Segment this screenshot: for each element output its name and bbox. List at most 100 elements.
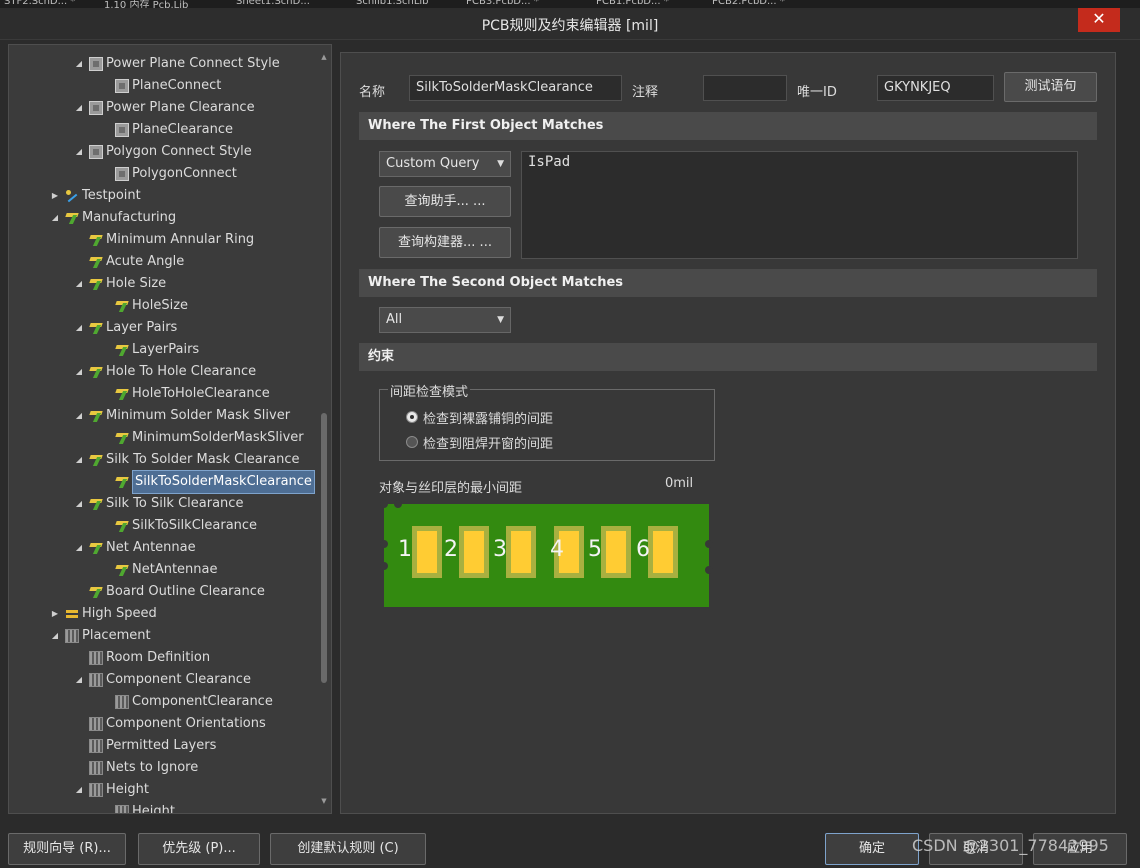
- tree-item[interactable]: ComponentClearance: [115, 691, 273, 713]
- plane-icon: [115, 167, 129, 181]
- tree-item[interactable]: LayerPairs: [115, 339, 199, 361]
- collapse-arrow-icon[interactable]: ◢: [49, 625, 61, 647]
- collapse-arrow-icon[interactable]: ◢: [73, 449, 85, 471]
- collapse-arrow-icon[interactable]: ◢: [73, 97, 85, 119]
- doc-tab[interactable]: PCB1.PcbD... *: [596, 0, 669, 8]
- tree-item[interactable]: SilkToSilkClearance: [115, 515, 257, 537]
- collapse-arrow-icon[interactable]: ◢: [73, 405, 85, 427]
- pad-shape: [459, 526, 489, 578]
- tree-item[interactable]: NetAntennae: [115, 559, 218, 581]
- tree-item[interactable]: ◢ Minimum Solder Mask Sliver: [73, 405, 290, 427]
- radio-mask-opening[interactable]: 检查到阻焊开窗的间距: [406, 433, 553, 452]
- rule-name-field[interactable]: SilkToSolderMaskClearance: [409, 75, 622, 101]
- collapse-arrow-icon[interactable]: ◢: [73, 317, 85, 339]
- pad-number: 6: [636, 537, 650, 562]
- radio-selected-icon[interactable]: [406, 411, 418, 423]
- manufacturing-icon: [115, 431, 129, 445]
- tree-item[interactable]: ◢ Placement: [49, 625, 151, 647]
- tree-item[interactable]: ◢ Height: [73, 779, 149, 801]
- dialog-titlebar: PCB规则及约束编辑器 [mil] ✕: [0, 8, 1140, 40]
- tree-item[interactable]: Acute Angle: [89, 251, 184, 273]
- collapse-arrow-icon[interactable]: ◢: [73, 779, 85, 801]
- tree-item[interactable]: ◢ Polygon Connect Style: [73, 141, 252, 163]
- tree-item[interactable]: ◢ Net Antennae: [73, 537, 196, 559]
- rule-tree-panel: ◢ Power Plane Connect Style PlaneConnect …: [8, 44, 332, 814]
- create-default-rules-button[interactable]: 创建默认规则 (C): [270, 833, 426, 865]
- collapse-arrow-icon[interactable]: ◢: [73, 361, 85, 383]
- tree-item[interactable]: Permitted Layers: [89, 735, 216, 757]
- tree-item[interactable]: ◢ Component Clearance: [73, 669, 251, 691]
- pad-number: 5: [588, 537, 602, 562]
- tree-item[interactable]: ◢ Layer Pairs: [73, 317, 177, 339]
- expand-arrow-icon[interactable]: ▶: [49, 603, 61, 625]
- doc-tab[interactable]: STF2.SchD... *: [4, 0, 75, 8]
- tree-item[interactable]: MinimumSolderMaskSliver: [115, 427, 304, 449]
- unique-id-field[interactable]: GKYNKJEQ: [877, 75, 994, 101]
- tree-item[interactable]: ◢ Silk To Solder Mask Clearance: [73, 449, 300, 471]
- scroll-up-icon[interactable]: ▲: [319, 53, 329, 61]
- tree-item-selected[interactable]: SilkToSolderMaskClearance: [115, 470, 315, 494]
- collapse-arrow-icon[interactable]: ◢: [73, 669, 85, 691]
- close-button[interactable]: ✕: [1078, 8, 1120, 32]
- tree-item[interactable]: ◢ Manufacturing: [49, 207, 176, 229]
- tree-item[interactable]: ▶ High Speed: [49, 603, 157, 625]
- collapse-arrow-icon[interactable]: ◢: [49, 207, 61, 229]
- tree-item[interactable]: PlaneClearance: [115, 119, 233, 141]
- tree-item[interactable]: ◢ Silk To Silk Clearance: [73, 493, 244, 515]
- radio-unselected-icon[interactable]: [406, 436, 418, 448]
- tree-item[interactable]: PlaneConnect: [115, 75, 221, 97]
- radio-exposed-copper[interactable]: 检查到裸露铺铜的间距: [406, 408, 553, 427]
- comment-label: 注释: [632, 85, 659, 100]
- tree-scrollbar[interactable]: ▲ ▼: [319, 53, 327, 805]
- tree-item[interactable]: Minimum Annular Ring: [89, 229, 254, 251]
- tree-item[interactable]: HoleSize: [115, 295, 188, 317]
- tree-item[interactable]: ◢ Hole To Hole Clearance: [73, 361, 256, 383]
- placement-icon: [89, 761, 103, 775]
- tree-item[interactable]: ▶ Testpoint: [49, 185, 141, 207]
- first-object-header: Where The First Object Matches: [359, 112, 1097, 140]
- tree-item[interactable]: Component Orientations: [89, 713, 266, 735]
- dropdown-arrow-icon: ▼: [497, 159, 504, 169]
- collapse-arrow-icon[interactable]: ◢: [73, 537, 85, 559]
- min-clearance-value[interactable]: 0mil: [665, 476, 693, 491]
- collapse-arrow-icon[interactable]: ◢: [73, 273, 85, 295]
- collapse-arrow-icon[interactable]: ◢: [73, 53, 85, 75]
- manufacturing-icon: [89, 233, 103, 247]
- manufacturing-icon: [115, 563, 129, 577]
- scrollbar-thumb[interactable]: [321, 413, 327, 683]
- manufacturing-icon: [115, 475, 129, 489]
- tree-item[interactable]: PolygonConnect: [115, 163, 237, 185]
- doc-tab[interactable]: PCB3.PcbD... *: [466, 0, 539, 8]
- expand-arrow-icon[interactable]: ▶: [49, 185, 61, 207]
- query-builder-button[interactable]: 查询构建器... ...: [379, 227, 511, 258]
- board-notch: [380, 540, 388, 548]
- manufacturing-icon: [115, 299, 129, 313]
- doc-tab[interactable]: PCB2.PcbD... *: [712, 0, 785, 8]
- tree-item[interactable]: Height: [115, 801, 175, 813]
- tree-item[interactable]: ◢ Power Plane Clearance: [73, 97, 255, 119]
- test-query-button[interactable]: 测试语句: [1004, 72, 1097, 102]
- doc-tab[interactable]: Schlib1.SchLib: [356, 0, 429, 8]
- doc-tab[interactable]: 1.10 内存 Pcb.Lib: [104, 0, 188, 8]
- tree-item[interactable]: Room Definition: [89, 647, 210, 669]
- tree-item[interactable]: HoleToHoleClearance: [115, 383, 270, 405]
- collapse-arrow-icon[interactable]: ◢: [73, 141, 85, 163]
- placement-icon: [89, 651, 103, 665]
- collapse-arrow-icon[interactable]: ◢: [73, 493, 85, 515]
- query-helper-button[interactable]: 查询助手... ...: [379, 186, 511, 217]
- tree-item[interactable]: ◢ Power Plane Connect Style: [73, 53, 280, 75]
- comment-field[interactable]: [703, 75, 787, 101]
- priority-button[interactable]: 优先级 (P)...: [138, 833, 260, 865]
- first-query-type-select[interactable]: Custom Query ▼: [379, 151, 511, 177]
- tree-item[interactable]: Board Outline Clearance: [89, 581, 265, 603]
- ok-button[interactable]: 确定: [825, 833, 919, 865]
- rule-wizard-button[interactable]: 规则向导 (R)...: [8, 833, 126, 865]
- doc-tab[interactable]: Sheet1.SchD...: [236, 0, 310, 8]
- tree-item[interactable]: Nets to Ignore: [89, 757, 198, 779]
- second-object-header: Where The Second Object Matches: [359, 269, 1097, 297]
- second-scope-select[interactable]: All ▼: [379, 307, 511, 333]
- query-editor[interactable]: IsPad: [521, 151, 1078, 259]
- scroll-down-icon[interactable]: ▼: [319, 797, 329, 805]
- tree-item[interactable]: ◢ Hole Size: [73, 273, 166, 295]
- placement-icon: [89, 717, 103, 731]
